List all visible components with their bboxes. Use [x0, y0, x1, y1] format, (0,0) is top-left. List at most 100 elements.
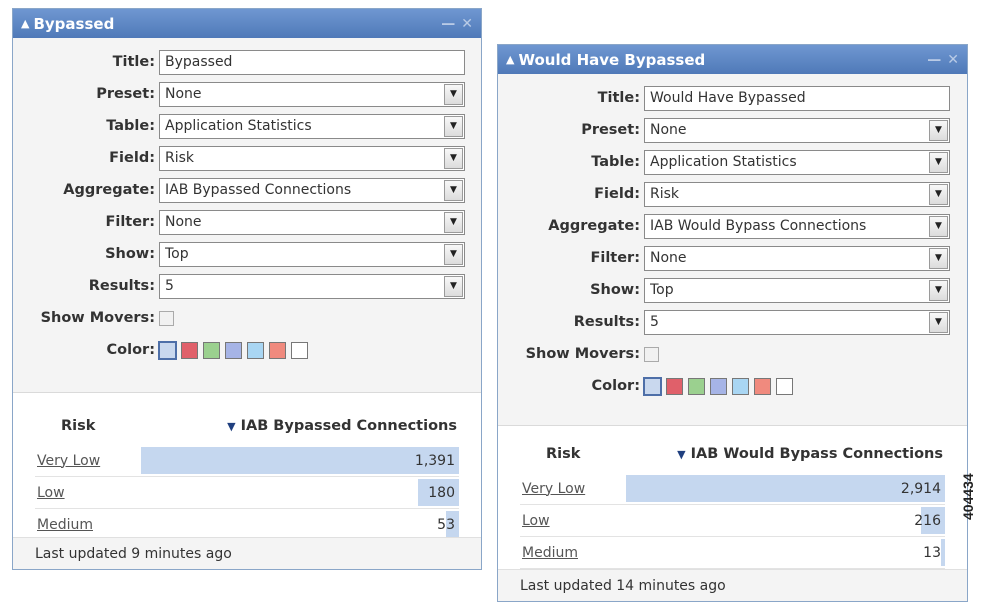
caret-up-icon[interactable]: ▲ [506, 53, 514, 66]
results-header: Risk ▼ IAB Would Bypass Connections [498, 439, 967, 469]
title-field[interactable] [159, 49, 465, 75]
row-value: 13 [923, 544, 941, 561]
title-field[interactable] [644, 85, 950, 111]
value-column-header[interactable]: ▼ IAB Bypassed Connections [227, 418, 457, 434]
show-label: Show: [105, 246, 155, 262]
dropdown-arrow-icon[interactable]: ▼ [929, 279, 948, 301]
caret-up-icon[interactable]: ▲ [21, 17, 29, 30]
dropdown-arrow-icon[interactable]: ▼ [444, 275, 463, 297]
filter-value: None [650, 250, 687, 266]
show-select[interactable]: Top ▼ [159, 241, 465, 267]
aggregate-select[interactable]: IAB Bypassed Connections ▼ [159, 177, 465, 203]
widget-would-have-bypassed: ▲ Would Have Bypassed — ✕ Title: Preset:… [497, 44, 968, 602]
dropdown-arrow-icon[interactable]: ▼ [929, 215, 948, 237]
results-select[interactable]: 5 ▼ [644, 309, 950, 335]
show-movers-label: Show Movers: [525, 346, 640, 362]
filter-select[interactable]: None ▼ [159, 209, 465, 235]
title-input[interactable] [650, 90, 949, 106]
dropdown-arrow-icon[interactable]: ▼ [929, 119, 948, 141]
results-table: Risk ▼ IAB Would Bypass Connections Very … [498, 425, 967, 569]
show-movers-checkbox[interactable] [644, 346, 659, 362]
dropdown-arrow-icon[interactable]: ▼ [444, 179, 463, 201]
table-select[interactable]: Application Statistics ▼ [644, 149, 950, 175]
risk-link[interactable]: Low [520, 513, 550, 529]
dropdown-arrow-icon[interactable]: ▼ [929, 151, 948, 173]
widget-titlebar[interactable]: ▲ Bypassed — ✕ [13, 9, 481, 38]
color-swatch[interactable] [666, 377, 683, 395]
field-select[interactable]: Risk ▼ [159, 145, 465, 171]
results-value: 5 [165, 278, 174, 294]
dropdown-arrow-icon[interactable]: ▼ [444, 243, 463, 265]
show-select[interactable]: Top ▼ [644, 277, 950, 303]
title-input[interactable] [165, 54, 464, 70]
show-movers-checkbox[interactable] [159, 310, 174, 326]
preset-select[interactable]: None ▼ [159, 81, 465, 107]
widget-settings-form: Title: Preset: None ▼ Table: Application… [13, 38, 481, 366]
risk-link[interactable]: Medium [35, 517, 93, 533]
field-select[interactable]: Risk ▼ [644, 181, 950, 207]
show-value: Top [165, 246, 189, 262]
aggregate-select[interactable]: IAB Would Bypass Connections ▼ [644, 213, 950, 239]
value-bar [141, 447, 459, 474]
risk-column-header[interactable]: Risk [61, 418, 95, 434]
table-value: Application Statistics [650, 154, 797, 170]
color-swatch[interactable] [732, 377, 749, 395]
minimize-icon[interactable]: — [927, 52, 941, 68]
color-swatch[interactable] [247, 341, 264, 359]
preset-label: Preset: [581, 122, 640, 138]
title-label: Title: [597, 90, 640, 106]
show-label: Show: [590, 282, 640, 298]
color-swatch[interactable] [688, 377, 705, 395]
risk-link[interactable]: Low [35, 485, 65, 501]
title-label: Title: [112, 54, 155, 70]
preset-select[interactable]: None ▼ [644, 117, 950, 143]
color-swatches [643, 376, 793, 396]
dropdown-arrow-icon[interactable]: ▼ [929, 183, 948, 205]
show-value: Top [650, 282, 674, 298]
dropdown-arrow-icon[interactable]: ▼ [929, 311, 948, 333]
dropdown-arrow-icon[interactable]: ▼ [929, 247, 948, 269]
field-label: Field: [109, 150, 155, 166]
color-label: Color: [591, 378, 640, 394]
results-value: 5 [650, 314, 659, 330]
value-column-label: IAB Would Bypass Connections [690, 446, 943, 462]
filter-select[interactable]: None ▼ [644, 245, 950, 271]
color-swatch[interactable] [754, 377, 771, 395]
risk-link[interactable]: Medium [520, 545, 578, 561]
filter-value: None [165, 214, 202, 230]
results-select[interactable]: 5 ▼ [159, 273, 465, 299]
color-swatch[interactable] [181, 341, 198, 359]
table-row: Very Low 2,914 [520, 473, 945, 505]
dropdown-arrow-icon[interactable]: ▼ [444, 211, 463, 233]
color-swatch[interactable] [710, 377, 727, 395]
color-swatch[interactable] [643, 376, 662, 396]
risk-link[interactable]: Very Low [35, 453, 100, 469]
widget-titlebar[interactable]: ▲ Would Have Bypassed — ✕ [498, 45, 967, 74]
color-swatch[interactable] [291, 341, 308, 359]
color-swatch[interactable] [269, 341, 286, 359]
dropdown-arrow-icon[interactable]: ▼ [444, 147, 463, 169]
close-icon[interactable]: ✕ [947, 52, 959, 68]
dropdown-arrow-icon[interactable]: ▼ [444, 83, 463, 105]
table-row: Very Low 1,391 [35, 445, 459, 477]
value-column-header[interactable]: ▼ IAB Would Bypass Connections [677, 446, 943, 462]
aggregate-value: IAB Bypassed Connections [165, 182, 352, 198]
color-swatch[interactable] [158, 340, 177, 360]
color-swatch[interactable] [225, 341, 242, 359]
value-column-label: IAB Bypassed Connections [240, 418, 457, 434]
risk-link[interactable]: Very Low [520, 481, 585, 497]
table-select[interactable]: Application Statistics ▼ [159, 113, 465, 139]
color-swatch[interactable] [203, 341, 220, 359]
row-value: 216 [914, 512, 941, 529]
aggregate-label: Aggregate: [63, 182, 155, 198]
risk-column-header[interactable]: Risk [546, 446, 580, 462]
color-label: Color: [106, 342, 155, 358]
close-icon[interactable]: ✕ [461, 16, 473, 32]
last-updated-status: Last updated 14 minutes ago [498, 569, 967, 601]
color-swatch[interactable] [776, 377, 793, 395]
preset-value: None [165, 86, 202, 102]
preset-value: None [650, 122, 687, 138]
dropdown-arrow-icon[interactable]: ▼ [444, 115, 463, 137]
row-value: 2,914 [900, 480, 941, 497]
minimize-icon[interactable]: — [441, 16, 455, 32]
